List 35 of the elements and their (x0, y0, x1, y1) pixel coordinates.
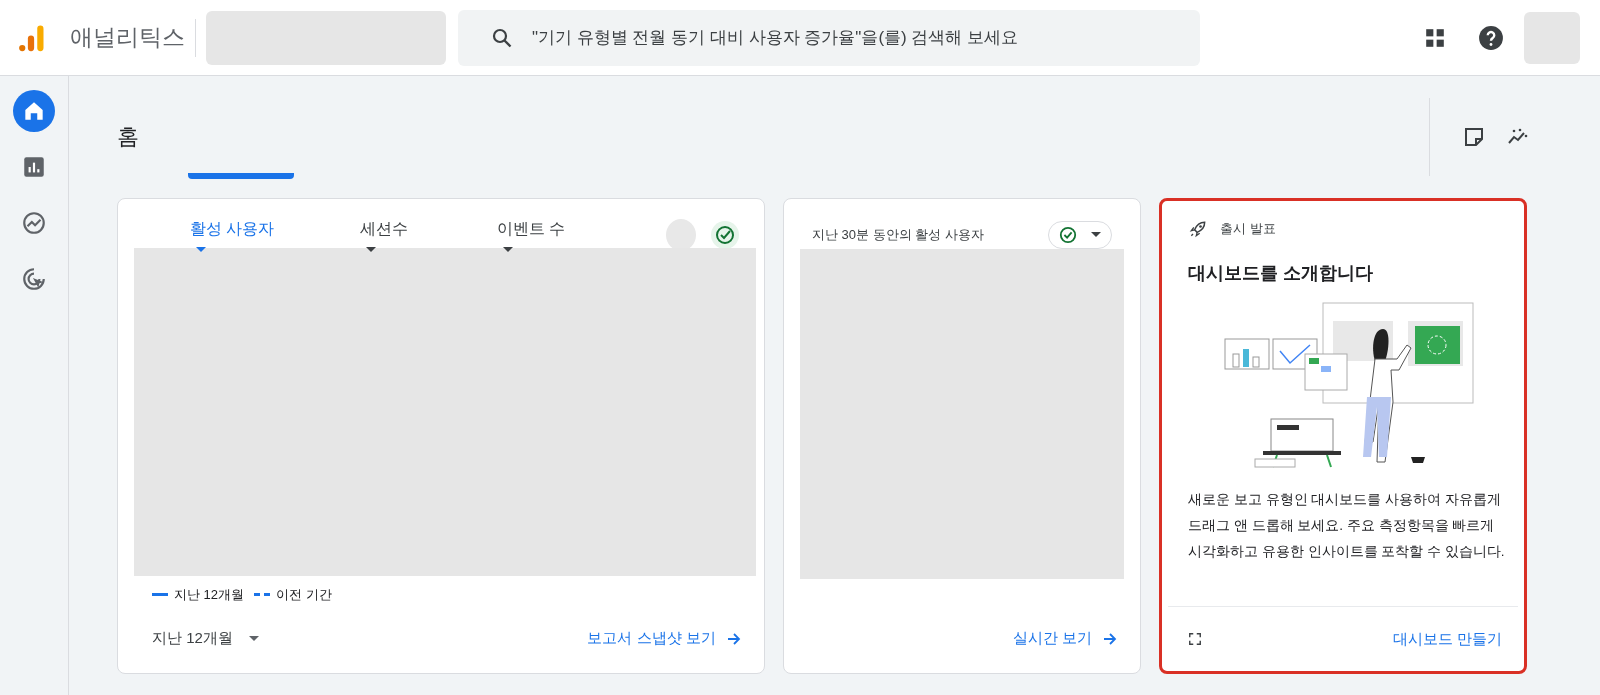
date-range-dropdown[interactable]: 지난 12개월 (152, 628, 260, 648)
trend-circle-icon (21, 210, 47, 236)
search-field[interactable]: "기기 유형별 전월 동기 대비 사용자 증가율"을(를) 검색해 보세요 (458, 9, 1200, 66)
create-dashboard-link[interactable]: 대시보드 만들기 (1392, 629, 1502, 649)
metric-tab[interactable]: 세션수 (360, 211, 425, 259)
note-icon[interactable] (1462, 125, 1486, 149)
arrow-icon (726, 630, 742, 647)
realtime-link[interactable]: 실시간 보기 (1012, 628, 1118, 648)
check-circle-icon[interactable] (710, 218, 740, 251)
caret-icon (502, 246, 513, 253)
redacted-block (1524, 11, 1580, 64)
app-name: 애널리틱스 (70, 23, 185, 52)
report-snapshot-link[interactable]: 보고서 스냅샷 보기 (587, 628, 742, 648)
metric-tab[interactable]: 활성 사용자 (190, 211, 289, 259)
caret-icon (249, 635, 260, 642)
expand-icon[interactable] (1188, 632, 1202, 646)
apps-grid-icon[interactable] (1424, 26, 1446, 49)
card-title: 지난 30분 동안의 활성 사용자 (812, 226, 984, 244)
check-circle-icon (1059, 226, 1077, 244)
target-cursor-icon (21, 266, 47, 292)
help-icon[interactable] (1478, 24, 1504, 51)
legend-item: 이전 기간 (254, 585, 332, 604)
caret-icon (196, 246, 206, 253)
page-title: 홈 (117, 123, 139, 151)
caret-icon (366, 246, 377, 253)
card-title: 대시보드를 소개합니다 (1188, 262, 1374, 285)
nav-item[interactable] (13, 90, 55, 132)
bar-chart-icon (21, 154, 47, 180)
caret-icon (1091, 232, 1101, 238)
arrow-icon (1102, 630, 1118, 647)
rocket-icon (1188, 219, 1208, 239)
description-text: 새로운 보고 유형인 대시보드를 사용하여 자유롭게 드래그 앤 드롭해 보세요. 주요 측정항목을 빠르게 시각화하고 유용한 인사이트를 포착할 수 있습니다. (1188, 491, 1506, 561)
metric-tab[interactable]: 이벤트 수 (496, 211, 580, 259)
legend-item: 지난 12개월 (152, 585, 245, 604)
eyebrow-label: 출시 발표 (1220, 220, 1276, 238)
